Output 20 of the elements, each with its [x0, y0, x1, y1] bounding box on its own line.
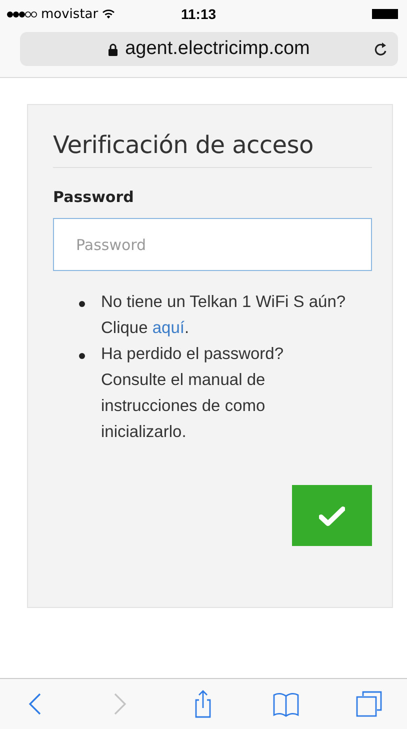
bullet-icon: [79, 353, 85, 359]
reload-icon[interactable]: [374, 41, 388, 57]
wifi-icon: [102, 9, 116, 19]
tabs-icon[interactable]: [355, 690, 383, 718]
carrier-name: movistar: [41, 6, 98, 22]
url-text: agent.electricimp.com: [125, 38, 310, 60]
here-link[interactable]: aquí: [152, 319, 184, 337]
signal-icon: [7, 10, 37, 18]
submit-button[interactable]: [292, 485, 372, 546]
field-label: Password: [53, 188, 135, 206]
book-icon[interactable]: [272, 690, 300, 718]
help-note: No tiene un Telkan 1 WiFi S aún? Clique aquí.: [101, 292, 346, 339]
bullet-icon: [79, 301, 85, 307]
clock-time: 11:13: [181, 6, 216, 22]
help-note: Ha perdido el password? Consulte el manual de instrucciones de como inicializarlo.: [101, 344, 285, 443]
password-field[interactable]: Password: [53, 218, 372, 271]
checkmark-icon: [319, 506, 345, 526]
battery-icon: [372, 9, 398, 19]
address-bar[interactable]: agent.electricimp.com: [20, 32, 398, 66]
form-title: Verificación de acceso: [53, 131, 314, 159]
